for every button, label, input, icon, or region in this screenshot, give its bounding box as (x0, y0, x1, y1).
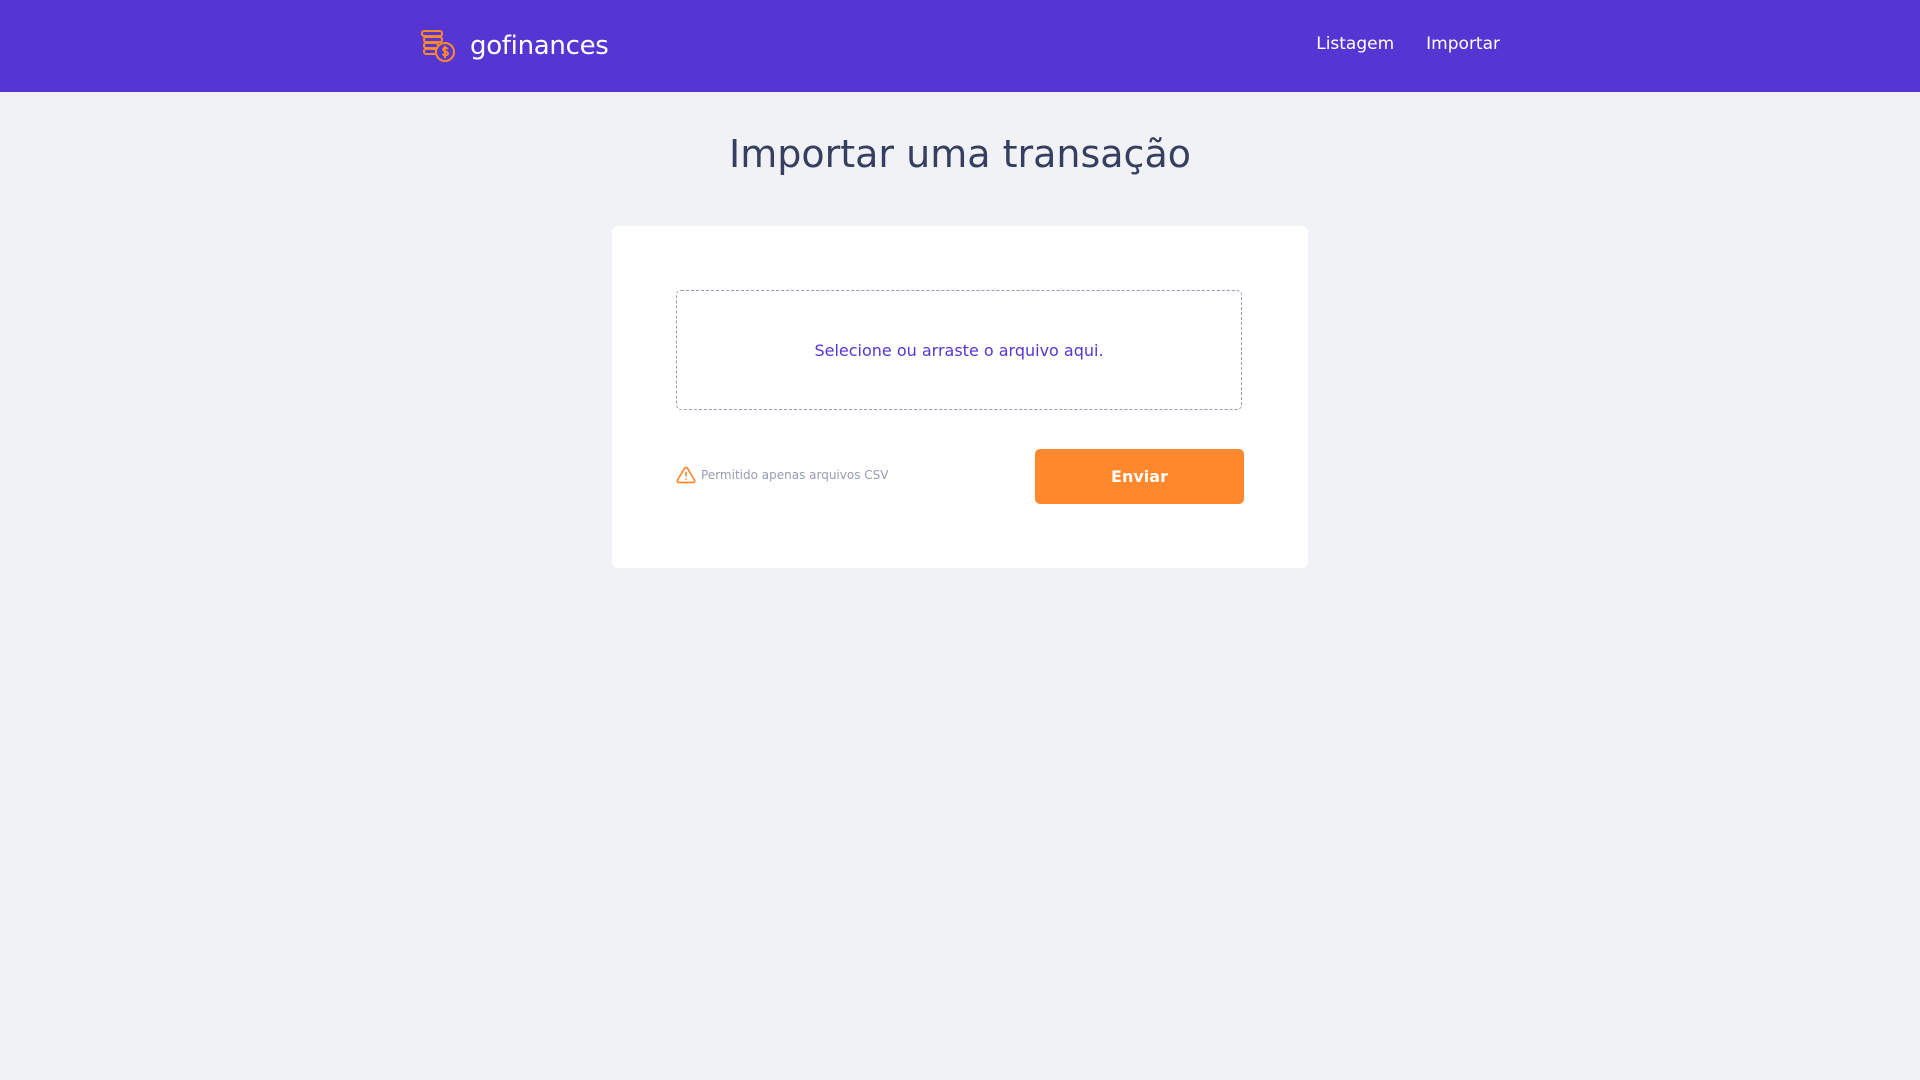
nav-link-importar[interactable]: Importar (1426, 34, 1500, 54)
nav-link-listagem[interactable]: Listagem (1316, 34, 1394, 54)
dropzone-label: Selecione ou arraste o arquivo aqui. (814, 340, 1104, 360)
file-dropzone[interactable]: Selecione ou arraste o arquivo aqui. (676, 290, 1242, 410)
send-button[interactable]: Enviar (1035, 449, 1244, 504)
file-type-hint: Permitido apenas arquivos CSV (676, 465, 888, 485)
import-card: Selecione ou arraste o arquivo aqui. Per… (612, 226, 1308, 568)
import-footer: Permitido apenas arquivos CSV Enviar (676, 449, 1244, 505)
brand-logo[interactable]: gofinances (420, 26, 609, 66)
page-title: Importar uma transação (729, 132, 1191, 176)
brand-name: gofinances (470, 31, 609, 61)
header-container: gofinances Listagem Importar (420, 0, 1500, 92)
top-navigation-bar: gofinances Listagem Importar (0, 0, 1920, 92)
warning-icon (676, 465, 696, 485)
main-navigation: Listagem Importar (1316, 34, 1500, 54)
coins-dollar-icon (420, 28, 456, 64)
hint-text: Permitido apenas arquivos CSV (701, 468, 889, 482)
